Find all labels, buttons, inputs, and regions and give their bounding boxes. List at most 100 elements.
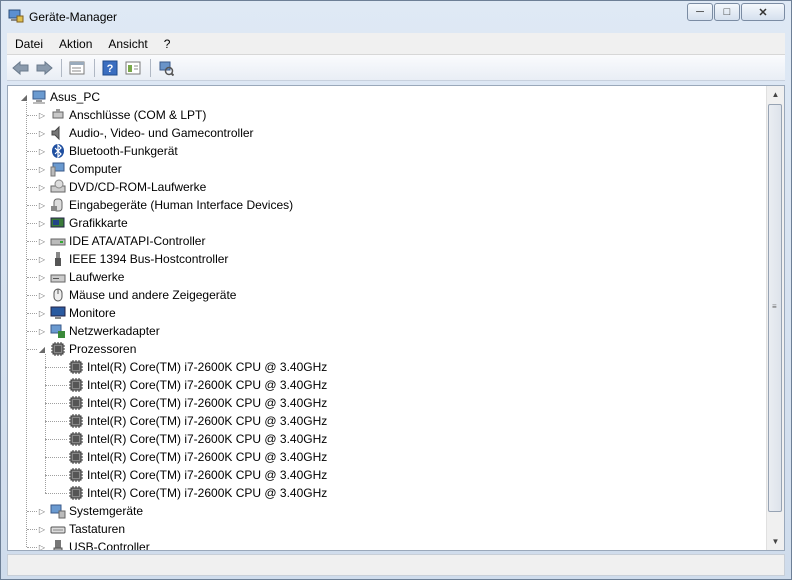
- tree-category[interactable]: ▷ Systemgeräte: [38, 502, 143, 520]
- tree-device[interactable]: Intel(R) Core(TM) i7-2600K CPU @ 3.40GHz: [68, 484, 327, 502]
- tree-category[interactable]: ▷ DVD/CD-ROM-Laufwerke: [38, 178, 206, 196]
- toolbar: ?: [7, 55, 785, 81]
- tree-category-label: IEEE 1394 Bus-Hostcontroller: [69, 252, 229, 266]
- menu-aktion[interactable]: Aktion: [51, 37, 100, 51]
- tree-category[interactable]: ▷ Anschlüsse (COM & LPT): [38, 106, 206, 124]
- tree-category-label: Computer: [69, 162, 122, 176]
- port-icon: [52, 109, 64, 119]
- expand-toggle-icon[interactable]: ▷: [38, 219, 46, 228]
- tree-category[interactable]: ▷ Netzwerkadapter: [38, 322, 160, 340]
- properties-button[interactable]: [67, 58, 87, 78]
- scan-hardware-icon: [159, 61, 174, 76]
- tree-category[interactable]: ▷ Laufwerke: [38, 268, 124, 286]
- expand-toggle-icon[interactable]: ▷: [38, 507, 46, 516]
- tree-category[interactable]: ▷ Tastaturen: [38, 520, 125, 538]
- maximize-icon: □: [723, 6, 731, 18]
- expand-toggle-icon[interactable]: ▷: [38, 147, 46, 156]
- window-controls: ─ □ ✕: [686, 3, 785, 23]
- tree-root[interactable]: ◢ Asus_PC: [20, 88, 100, 106]
- help-button[interactable]: ?: [100, 58, 120, 78]
- tree-device-label: Intel(R) Core(TM) i7-2600K CPU @ 3.40GHz: [87, 486, 328, 500]
- show-hide-icon: [125, 61, 141, 74]
- tree-category[interactable]: ▷ Audio-, Video- und Gamecontroller: [38, 124, 254, 142]
- tree-category[interactable]: ◢ Prozessoren: [38, 340, 136, 358]
- tree-guide-line: [27, 547, 37, 548]
- tree-guide-line: [27, 529, 37, 530]
- tree-device[interactable]: Intel(R) Core(TM) i7-2600K CPU @ 3.40GHz: [68, 448, 327, 466]
- expand-toggle-icon[interactable]: ▷: [38, 327, 46, 336]
- tree-device-label: Intel(R) Core(TM) i7-2600K CPU @ 3.40GHz: [87, 396, 328, 410]
- tree-guide-line: [45, 475, 67, 476]
- show-hide-button[interactable]: [123, 58, 143, 78]
- collapse-toggle-icon[interactable]: ◢: [20, 93, 28, 102]
- tree-device[interactable]: Intel(R) Core(TM) i7-2600K CPU @ 3.40GHz: [68, 376, 327, 394]
- back-arrow-icon: [12, 60, 29, 75]
- tree-category-label: Anschlüsse (COM & LPT): [69, 108, 207, 122]
- forward-button[interactable]: [34, 58, 54, 78]
- expand-toggle-icon[interactable]: ▷: [38, 525, 46, 534]
- tree-device[interactable]: Intel(R) Core(TM) i7-2600K CPU @ 3.40GHz: [68, 430, 327, 448]
- menu-help[interactable]: ?: [156, 37, 179, 51]
- expand-toggle-icon[interactable]: ▷: [38, 111, 46, 120]
- expand-toggle-icon[interactable]: ▷: [38, 309, 46, 318]
- expand-toggle-icon[interactable]: ▷: [38, 183, 46, 192]
- tree-device[interactable]: Intel(R) Core(TM) i7-2600K CPU @ 3.40GHz: [68, 358, 327, 376]
- tree-category-label: Mäuse und andere Zeigegeräte: [69, 288, 237, 302]
- tree-category[interactable]: ▷ Monitore: [38, 304, 116, 322]
- expand-toggle-icon[interactable]: ▷: [38, 255, 46, 264]
- tree-device[interactable]: Intel(R) Core(TM) i7-2600K CPU @ 3.40GHz: [68, 412, 327, 430]
- close-button[interactable]: ✕: [741, 3, 785, 21]
- expand-toggle-icon[interactable]: ▷: [38, 543, 46, 551]
- tree-category[interactable]: ▷ Eingabegeräte (Human Interface Devices): [38, 196, 293, 214]
- device-manager-window: Geräte-Manager ─ □ ✕ Datei Aktion Ansich…: [0, 0, 792, 580]
- tree-device[interactable]: Intel(R) Core(TM) i7-2600K CPU @ 3.40GHz: [68, 394, 327, 412]
- menu-ansicht[interactable]: Ansicht: [100, 37, 155, 51]
- processor-icon: [69, 486, 83, 500]
- tree-category[interactable]: ▷ Mäuse und andere Zeigegeräte: [38, 286, 237, 304]
- expand-toggle-icon[interactable]: ▷: [38, 237, 46, 246]
- toolbar-separator: [61, 58, 62, 77]
- tree-category[interactable]: ▷ IEEE 1394 Bus-Hostcontroller: [38, 250, 228, 268]
- maximize-button[interactable]: □: [714, 3, 740, 21]
- tree-category-label: Eingabegeräte (Human Interface Devices): [69, 198, 294, 212]
- tree-device-label: Intel(R) Core(TM) i7-2600K CPU @ 3.40GHz: [87, 414, 328, 428]
- vertical-scrollbar[interactable]: ▲ ≡ ▼: [766, 86, 784, 550]
- device-tree[interactable]: ◢ Asus_PC ▷ Anschlüsse (COM & LPT) ▷ Audio-…: [7, 85, 785, 551]
- tree-category[interactable]: ▷ IDE ATA/ATAPI-Controller: [38, 232, 206, 250]
- expand-toggle-icon[interactable]: ▷: [38, 129, 46, 138]
- expand-toggle-icon[interactable]: ▷: [38, 273, 46, 282]
- scroll-thumb[interactable]: ≡: [768, 104, 782, 512]
- scan-hardware-button[interactable]: [156, 58, 176, 78]
- keyboard-icon: [50, 526, 66, 534]
- collapse-toggle-icon[interactable]: ◢: [38, 345, 46, 354]
- tree-device[interactable]: Intel(R) Core(TM) i7-2600K CPU @ 3.40GHz: [68, 466, 327, 484]
- tree-category-label: DVD/CD-ROM-Laufwerke: [69, 180, 207, 194]
- processor-icon: [69, 396, 83, 410]
- expand-toggle-icon[interactable]: ▷: [38, 165, 46, 174]
- tree-guide-line: [45, 367, 67, 368]
- tree-category[interactable]: ▷ Grafikkarte: [38, 214, 128, 232]
- speaker-icon: [51, 125, 60, 141]
- system-devices-icon: [50, 504, 66, 519]
- scroll-up-button[interactable]: ▲: [767, 86, 784, 103]
- expand-toggle-icon[interactable]: ▷: [38, 201, 46, 210]
- tree-category-label: USB-Controller: [69, 540, 150, 551]
- minimize-button[interactable]: ─: [687, 3, 713, 21]
- display-adapter-icon: [50, 217, 65, 228]
- tree-guide-line: [27, 115, 37, 116]
- back-button[interactable]: [11, 58, 31, 78]
- tree-guide-line: [27, 313, 37, 314]
- scroll-up-icon: ▲: [771, 90, 780, 99]
- window-title: Geräte-Manager: [29, 10, 118, 24]
- tree-category[interactable]: ▷ USB-Controller: [38, 538, 150, 551]
- tree-guide-line: [45, 421, 67, 422]
- ide-controller-icon: [50, 238, 66, 246]
- tree-category[interactable]: ▷ Computer: [38, 160, 122, 178]
- tree-category-label: Netzwerkadapter: [69, 324, 160, 338]
- title-bar[interactable]: Geräte-Manager ─ □ ✕: [1, 1, 791, 31]
- scroll-down-button[interactable]: ▼: [767, 533, 784, 550]
- tree-category[interactable]: ▷ Bluetooth-Funkgerät: [38, 142, 178, 160]
- menu-datei[interactable]: Datei: [7, 37, 51, 51]
- tree-category-label: Monitore: [69, 306, 116, 320]
- expand-toggle-icon[interactable]: ▷: [38, 291, 46, 300]
